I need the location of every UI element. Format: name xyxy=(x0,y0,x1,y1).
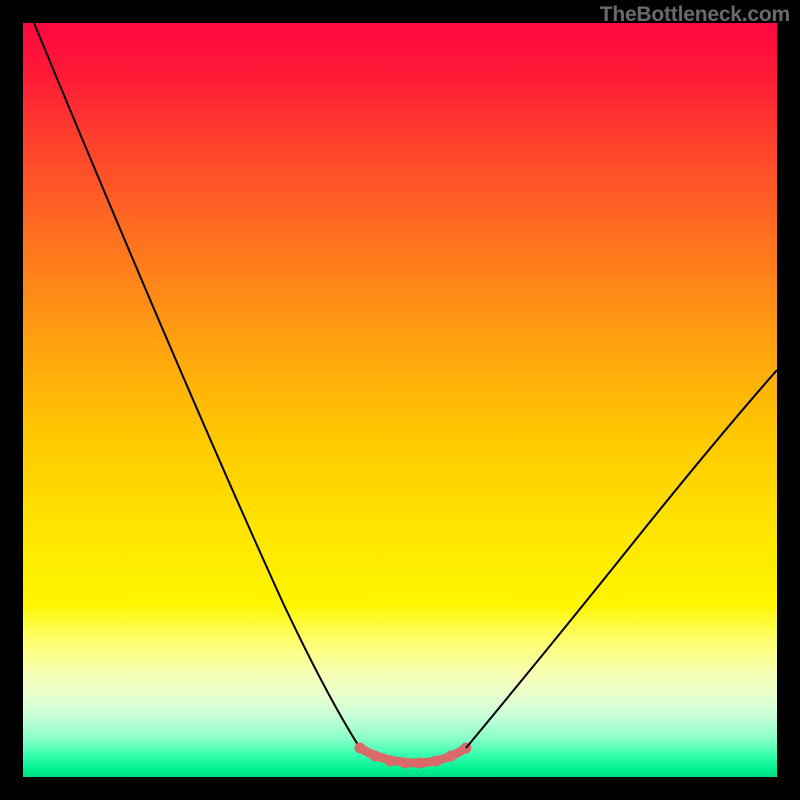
plot-area xyxy=(23,23,777,777)
watermark-text: TheBottleneck.com xyxy=(600,3,790,27)
bottleneck-chart: TheBottleneck.com xyxy=(0,0,800,800)
right-branch-path xyxy=(466,370,777,748)
curve-overlay xyxy=(23,23,777,777)
optimal-zone xyxy=(355,743,472,769)
left-branch-path xyxy=(34,23,360,748)
